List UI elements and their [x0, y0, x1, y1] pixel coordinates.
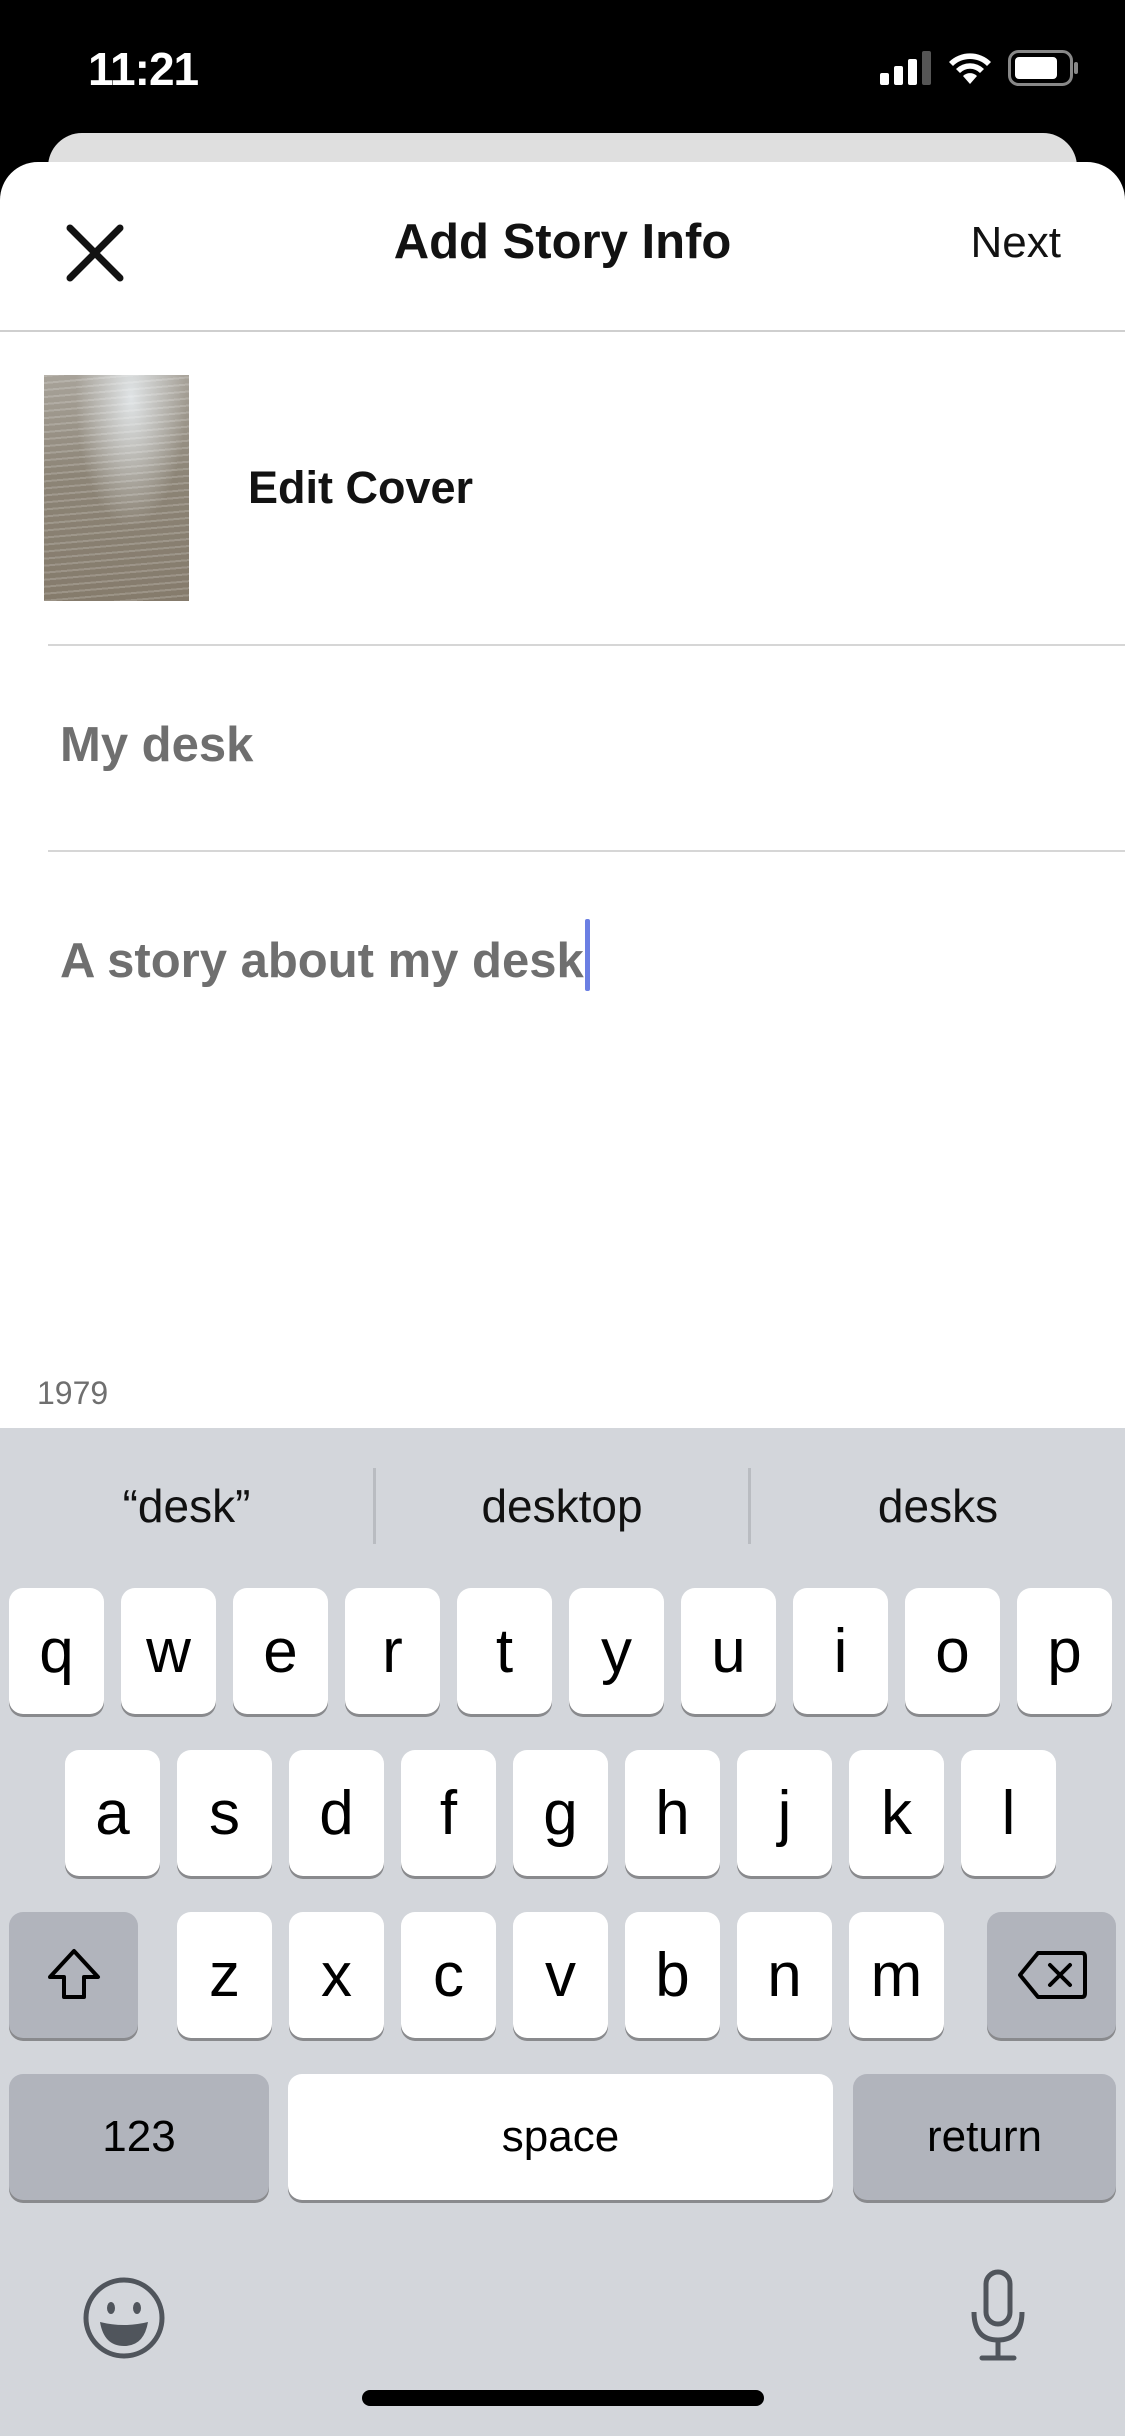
key-f[interactable]: f — [401, 1750, 496, 1876]
key-z[interactable]: z — [177, 1912, 272, 2038]
numbers-key[interactable]: 123 — [9, 2074, 269, 2200]
key-l[interactable]: l — [961, 1750, 1056, 1876]
key-u[interactable]: u — [681, 1588, 776, 1714]
key-j[interactable]: j — [737, 1750, 832, 1876]
home-indicator[interactable] — [362, 2390, 764, 2406]
shift-key[interactable] — [9, 1912, 138, 2038]
shift-icon — [47, 1949, 100, 1999]
space-key[interactable]: space — [288, 2074, 833, 2200]
key-s[interactable]: s — [177, 1750, 272, 1876]
key-c[interactable]: c — [401, 1912, 496, 2038]
key-r[interactable]: r — [345, 1588, 440, 1714]
suggestion-3[interactable]: desks — [751, 1428, 1125, 1583]
key-b[interactable]: b — [625, 1912, 720, 2038]
text-caret — [584, 919, 590, 991]
key-o[interactable]: o — [905, 1588, 1000, 1714]
divider — [48, 850, 1125, 852]
key-w[interactable]: w — [121, 1588, 216, 1714]
next-button[interactable]: Next — [971, 218, 1061, 268]
dictation-button[interactable] — [966, 2268, 1030, 2364]
microphone-icon — [971, 2269, 1025, 2361]
page-title: Add Story Info — [393, 215, 732, 269]
keyboard: “desk” desktop desks qwertyuiop asdfghjk… — [0, 1428, 1125, 2436]
emoji-icon — [83, 2277, 165, 2359]
status-icons — [880, 50, 1080, 86]
key-h[interactable]: h — [625, 1750, 720, 1876]
delete-icon — [1017, 1951, 1087, 1999]
header-divider — [0, 330, 1125, 332]
key-e[interactable]: e — [233, 1588, 328, 1714]
key-p[interactable]: p — [1017, 1588, 1112, 1714]
delete-key[interactable] — [987, 1912, 1116, 2038]
status-time: 11:21 — [88, 43, 199, 95]
key-i[interactable]: i — [793, 1588, 888, 1714]
key-k[interactable]: k — [849, 1750, 944, 1876]
key-g[interactable]: g — [513, 1750, 608, 1876]
key-d[interactable]: d — [289, 1750, 384, 1876]
character-count: 1979 — [37, 1375, 109, 1411]
key-t[interactable]: t — [457, 1588, 552, 1714]
description-text: A story about my desk — [60, 934, 584, 988]
battery-icon — [1008, 50, 1078, 86]
edit-cover-button[interactable]: Edit Cover — [248, 462, 473, 514]
key-m[interactable]: m — [849, 1912, 944, 2038]
key-q[interactable]: q — [9, 1588, 104, 1714]
suggestion-1[interactable]: “desk” — [0, 1428, 373, 1583]
status-bar: 11:21 — [0, 0, 1125, 133]
wifi-icon — [949, 53, 991, 84]
cover-thumbnail[interactable] — [44, 375, 189, 601]
story-description-input[interactable]: A story about my desk — [60, 919, 590, 991]
key-a[interactable]: a — [65, 1750, 160, 1876]
suggestion-2[interactable]: desktop — [376, 1428, 748, 1583]
emoji-button[interactable] — [82, 2276, 166, 2360]
divider — [48, 644, 1125, 646]
key-y[interactable]: y — [569, 1588, 664, 1714]
cellular-signal-icon — [880, 51, 931, 85]
key-v[interactable]: v — [513, 1912, 608, 2038]
key-x[interactable]: x — [289, 1912, 384, 2038]
story-title-input[interactable]: My desk — [60, 717, 253, 773]
return-key[interactable]: return — [853, 2074, 1116, 2200]
key-n[interactable]: n — [737, 1912, 832, 2038]
